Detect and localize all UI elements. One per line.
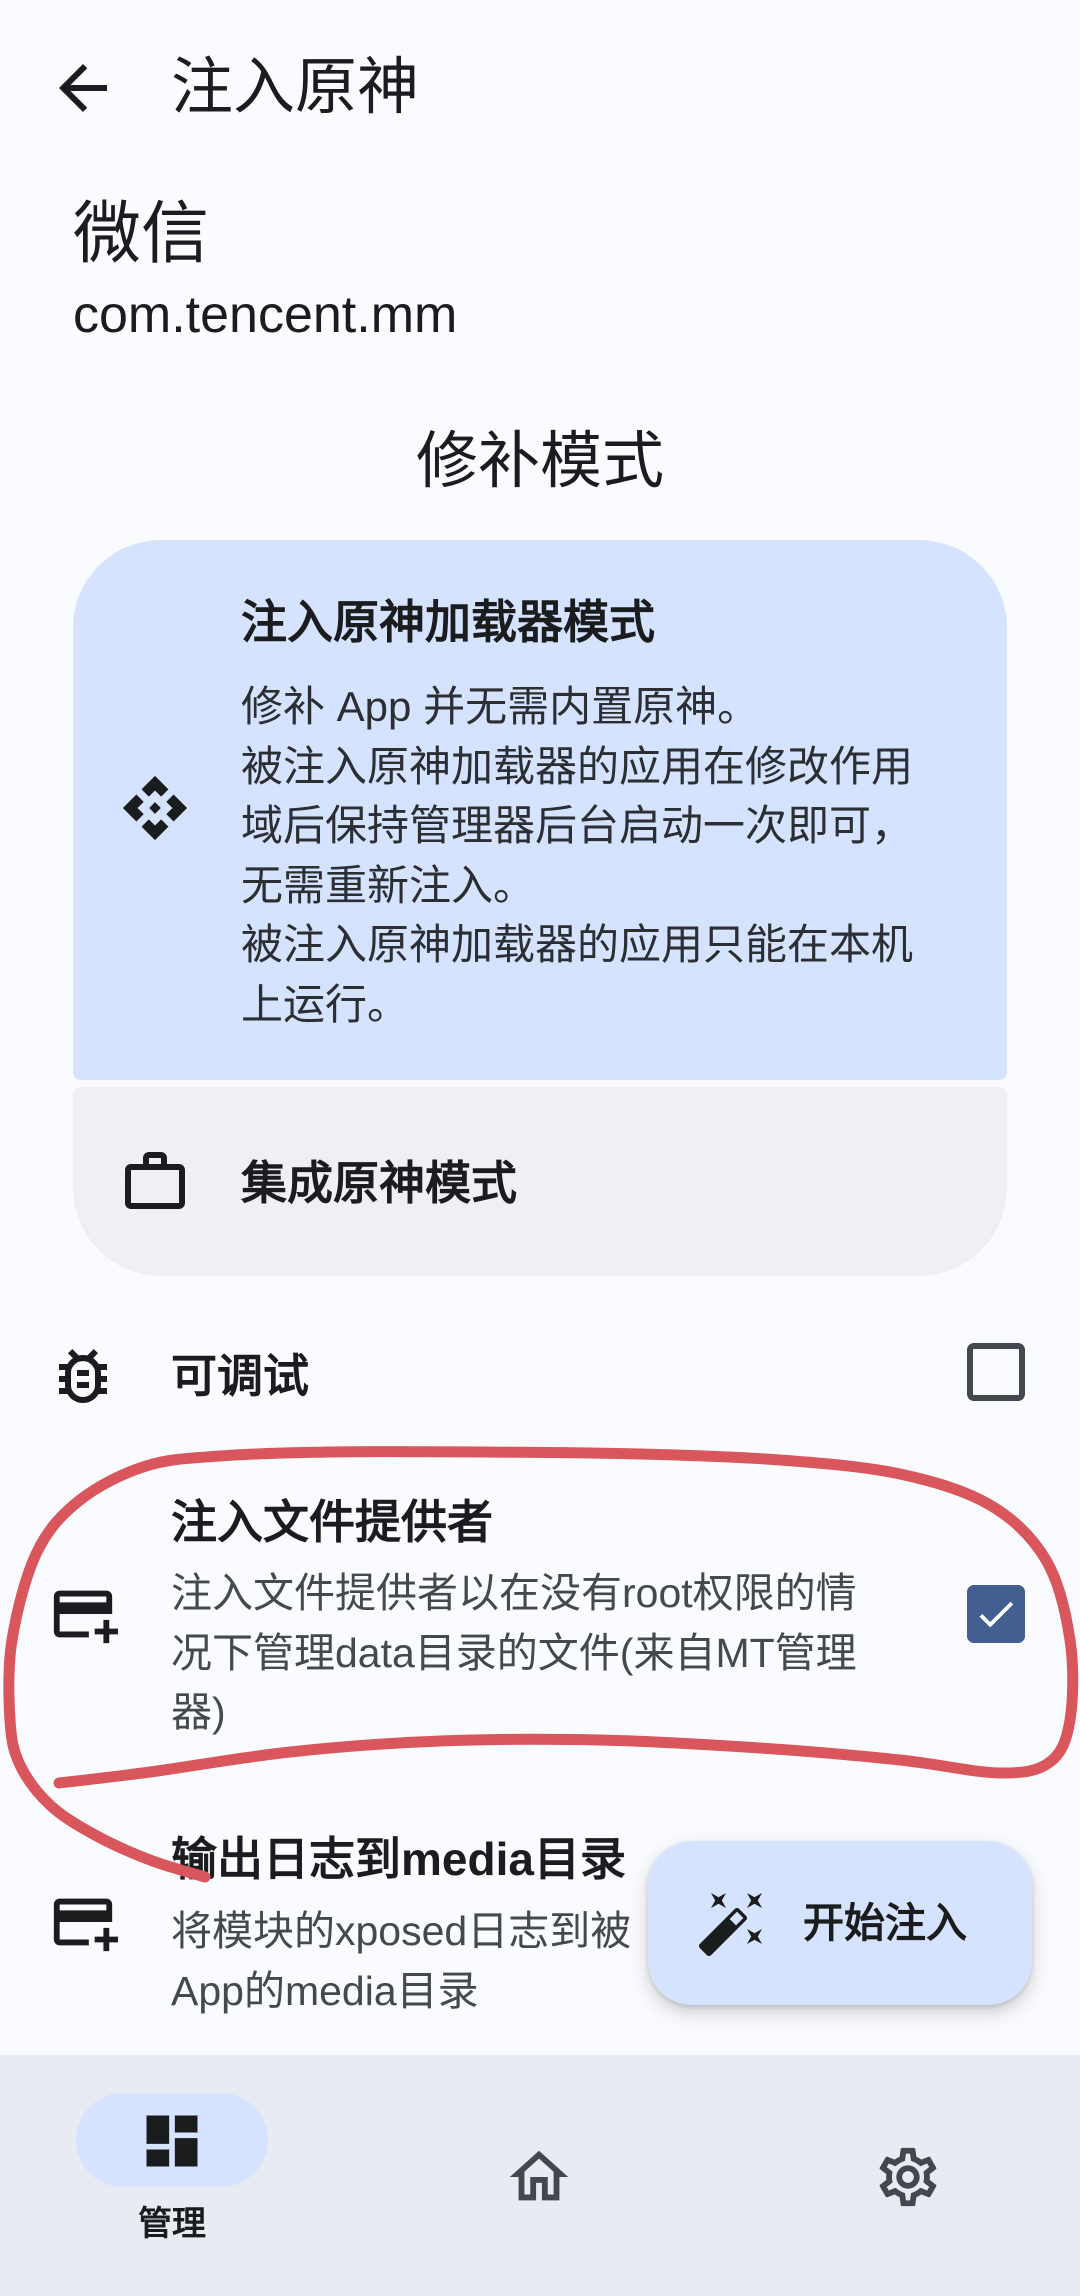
nav-item-label: 管理 — [138, 2205, 206, 2243]
briefcase-icon — [125, 1152, 185, 1209]
start-inject-label: 开始注入 — [803, 1900, 967, 1946]
arrow-back-icon — [59, 64, 107, 112]
setting-row-debuggable[interactable]: 可调试 — [0, 1300, 1080, 1450]
mode-option-integrated[interactable]: 集成原神模式 — [73, 1087, 1007, 1276]
description-line: 上运行。 — [241, 980, 410, 1028]
description-line: 修补 App 并无需内置原神。 — [241, 683, 760, 730]
setting-description: 注入文件提供者以在没有root权限的情 况下管理data目录的文件(来自MT管理… — [171, 1564, 857, 1743]
description-line: 被注入原神加载器的应用只能在本机 — [241, 921, 914, 968]
bottom-navigation: 管理 — [0, 2055, 1080, 2296]
add-card-icon — [53, 1898, 118, 1952]
setting-title: 注入文件提供者 — [171, 1496, 493, 1548]
setting-title: 输出日志到media目录 — [171, 1833, 626, 1885]
magic-wand-icon — [698, 1893, 762, 1957]
description-line: 将模块的xposed日志到被 — [171, 1908, 632, 1954]
description-line: App的media目录 — [171, 1967, 479, 2014]
home-icon — [509, 2150, 569, 2201]
back-button[interactable] — [47, 52, 119, 124]
mode-option-title: 集成原神模式 — [241, 1157, 517, 1209]
setting-row-file-provider[interactable]: 注入文件提供者 注入文件提供者以在没有root权限的情 况下管理data目录的文… — [0, 1455, 1080, 1775]
nav-item-home[interactable] — [474, 2112, 604, 2242]
description-line: 况下管理data目录的文件(来自MT管理 — [171, 1629, 857, 1676]
nav-active-indicator — [76, 2093, 268, 2187]
app-name: 微信 — [73, 196, 210, 272]
debuggable-checkbox[interactable] — [967, 1343, 1025, 1401]
bug-icon — [59, 1349, 107, 1403]
nav-item-settings[interactable] — [843, 2112, 973, 2242]
description-line: 注入文件提供者以在没有root权限的情 — [171, 1570, 857, 1616]
mode-option-title: 注入原神加载器模式 — [241, 596, 655, 648]
nav-item-manage[interactable]: 管理 — [76, 2093, 268, 2293]
setting-description: 将模块的xposed日志到被 App的media目录 — [171, 1902, 631, 2021]
settings-icon — [879, 2147, 937, 2207]
app-package: com.tencent.mm — [73, 286, 458, 344]
mode-option-description: 修补 App 并无需内置原神。 被注入原神加载器的应用在修改作用 域后保持管理器… — [241, 677, 913, 1034]
dashboard-icon — [146, 2115, 198, 2167]
page-title: 注入原神 — [171, 53, 420, 122]
api-icon — [122, 775, 188, 841]
mode-option-loader[interactable]: 注入原神加载器模式 修补 App 并无需内置原神。 被注入原神加载器的应用在修改… — [73, 540, 1007, 1080]
patch-mode-heading: 修补模式 — [415, 427, 664, 496]
description-line: 域后保持管理器后台启动一次即可， — [241, 802, 914, 849]
setting-title: 可调试 — [171, 1350, 309, 1402]
description-line: 无需重新注入。 — [241, 861, 536, 909]
start-inject-button[interactable]: 开始注入 — [648, 1841, 1032, 2005]
check-icon — [979, 1601, 1014, 1628]
add-card-icon — [53, 1590, 118, 1644]
description-line: 器) — [171, 1689, 226, 1735]
file-provider-checkbox[interactable] — [967, 1585, 1025, 1643]
description-line: 被注入原神加载器的应用在修改作用 — [241, 742, 914, 790]
